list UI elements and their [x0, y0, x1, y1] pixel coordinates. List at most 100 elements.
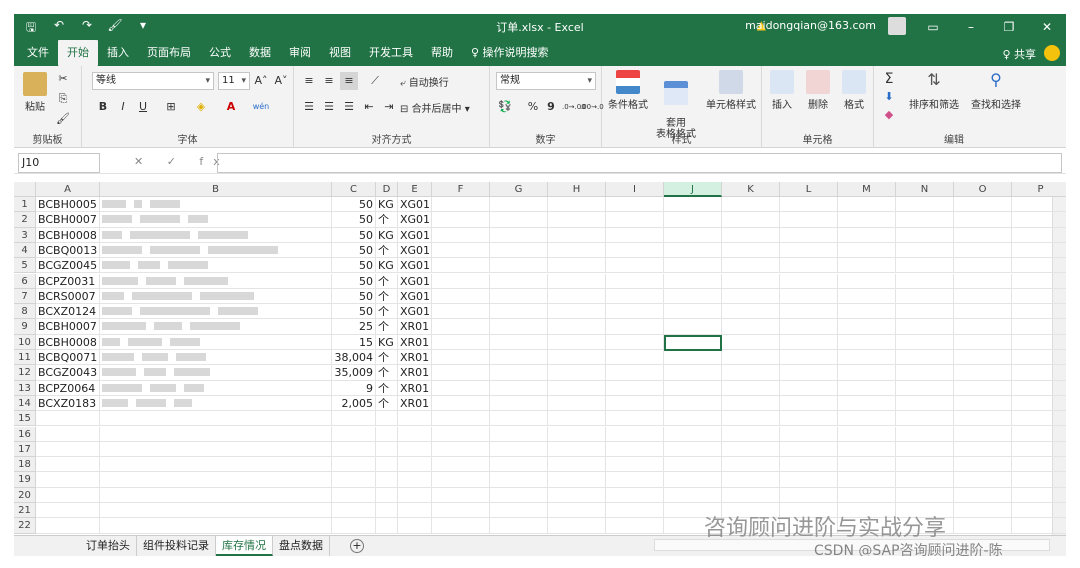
cell-L8[interactable]: [780, 304, 838, 320]
name-box[interactable]: J10: [18, 153, 100, 173]
cell-J14[interactable]: [664, 395, 722, 412]
row-header[interactable]: 5: [14, 258, 36, 274]
cell-P7[interactable]: [1012, 289, 1066, 305]
cell-F6[interactable]: [432, 273, 490, 289]
cell-H7[interactable]: [548, 288, 606, 305]
cell-C1[interactable]: 50: [332, 197, 376, 213]
cell-I22[interactable]: [606, 518, 664, 534]
align-left-icon[interactable]: ☰: [300, 98, 318, 116]
row-header[interactable]: 13: [14, 380, 36, 396]
ribbon-tab[interactable]: 开始: [58, 40, 98, 66]
format-cells-button[interactable]: 格式: [838, 70, 870, 111]
row-header[interactable]: 11: [14, 350, 36, 366]
cell-J15[interactable]: [664, 411, 722, 427]
increase-decimal-button[interactable]: .0→.00: [562, 98, 586, 116]
cell-P17[interactable]: [1012, 442, 1066, 458]
cell-M19[interactable]: [838, 472, 896, 488]
cell-K12[interactable]: [722, 365, 780, 381]
cell-A4[interactable]: BCBQ0013: [36, 242, 100, 259]
bold-button[interactable]: B: [94, 98, 112, 116]
sheet-tab[interactable]: 订单抬头: [80, 536, 137, 556]
column-header[interactable]: I: [606, 182, 664, 197]
cell-M5[interactable]: [838, 258, 896, 274]
cell-J17[interactable]: [664, 441, 722, 458]
cell-E9[interactable]: XR01: [398, 319, 432, 335]
cell-K11[interactable]: [722, 350, 780, 366]
cell-B9[interactable]: [100, 319, 332, 335]
cell-P2[interactable]: [1012, 212, 1066, 228]
cell-I17[interactable]: [606, 441, 664, 458]
cell-L20[interactable]: [780, 487, 838, 503]
cell-D3[interactable]: KG: [376, 227, 398, 243]
cell-F15[interactable]: [432, 411, 490, 427]
account-email[interactable]: maidongqian@163.com: [745, 19, 876, 32]
cell-H1[interactable]: [548, 197, 606, 213]
cell-K6[interactable]: [722, 273, 780, 289]
cell-A19[interactable]: [36, 472, 100, 488]
cell-E1[interactable]: XG01: [398, 197, 432, 213]
cell-E11[interactable]: XR01: [398, 350, 432, 366]
cell-M11[interactable]: [838, 350, 896, 366]
cell-F18[interactable]: [432, 457, 490, 473]
cell-G3[interactable]: [490, 227, 548, 243]
cell-D8[interactable]: 个: [376, 304, 398, 320]
cell-J9[interactable]: [664, 319, 722, 335]
cell-J20[interactable]: [664, 487, 722, 503]
cell-D6[interactable]: 个: [376, 273, 398, 289]
cell-D2[interactable]: 个: [376, 212, 398, 228]
decrease-decimal-button[interactable]: .00→.0: [580, 98, 604, 116]
percent-button[interactable]: %: [524, 98, 542, 116]
cell-N11[interactable]: [896, 350, 954, 366]
cell-E18[interactable]: [398, 457, 432, 473]
cell-D18[interactable]: [376, 457, 398, 473]
cell-E8[interactable]: XG01: [398, 304, 432, 320]
cell-M18[interactable]: [838, 457, 896, 473]
sort-filter-button[interactable]: ⇅ 排序和筛选: [904, 70, 964, 111]
cell-F14[interactable]: [432, 395, 490, 412]
cell-E15[interactable]: [398, 411, 432, 427]
cell-P8[interactable]: [1012, 304, 1066, 320]
cell-F10[interactable]: [432, 334, 490, 350]
cell-G21[interactable]: [490, 503, 548, 519]
cell-N2[interactable]: [896, 212, 954, 228]
cell-G1[interactable]: [490, 197, 548, 213]
cell-F20[interactable]: [432, 487, 490, 503]
select-all-corner[interactable]: [14, 182, 36, 197]
cell-J16[interactable]: [664, 426, 722, 442]
cell-G20[interactable]: [490, 487, 548, 503]
cell-H13[interactable]: [548, 380, 606, 396]
cell-K4[interactable]: [722, 242, 780, 259]
cell-F4[interactable]: [432, 242, 490, 259]
cell-L19[interactable]: [780, 472, 838, 488]
cell-D16[interactable]: [376, 426, 398, 442]
cell-P14[interactable]: [1012, 396, 1066, 412]
cell-L4[interactable]: [780, 242, 838, 259]
border-icon[interactable]: ⊞: [162, 98, 180, 116]
cell-D19[interactable]: [376, 472, 398, 488]
cell-M6[interactable]: [838, 273, 896, 289]
row-header[interactable]: 15: [14, 411, 36, 427]
row-header[interactable]: 16: [14, 426, 36, 442]
cell-B14[interactable]: [100, 395, 332, 412]
ribbon-tab[interactable]: 视图: [320, 40, 360, 66]
cell-H12[interactable]: [548, 365, 606, 381]
cell-M2[interactable]: [838, 212, 896, 228]
cell-E7[interactable]: XG01: [398, 288, 432, 305]
cell-F9[interactable]: [432, 319, 490, 335]
cell-N16[interactable]: [896, 426, 954, 442]
cell-B12[interactable]: [100, 365, 332, 381]
increase-indent-icon[interactable]: ⇥: [380, 98, 398, 116]
cell-L2[interactable]: [780, 212, 838, 228]
column-header[interactable]: D: [376, 182, 398, 197]
column-header[interactable]: O: [954, 182, 1012, 197]
cell-M13[interactable]: [838, 380, 896, 396]
cell-B20[interactable]: [100, 487, 332, 503]
cell-M8[interactable]: [838, 304, 896, 320]
wrap-text-button[interactable]: ⤶ 自动换行: [400, 74, 476, 89]
cell-E21[interactable]: [398, 503, 432, 519]
cell-P6[interactable]: [1012, 274, 1066, 289]
cell-C11[interactable]: 38,004: [332, 350, 376, 366]
cell-P12[interactable]: [1012, 365, 1066, 381]
cell-C5[interactable]: 50: [332, 258, 376, 274]
cell-O13[interactable]: [954, 380, 1012, 396]
